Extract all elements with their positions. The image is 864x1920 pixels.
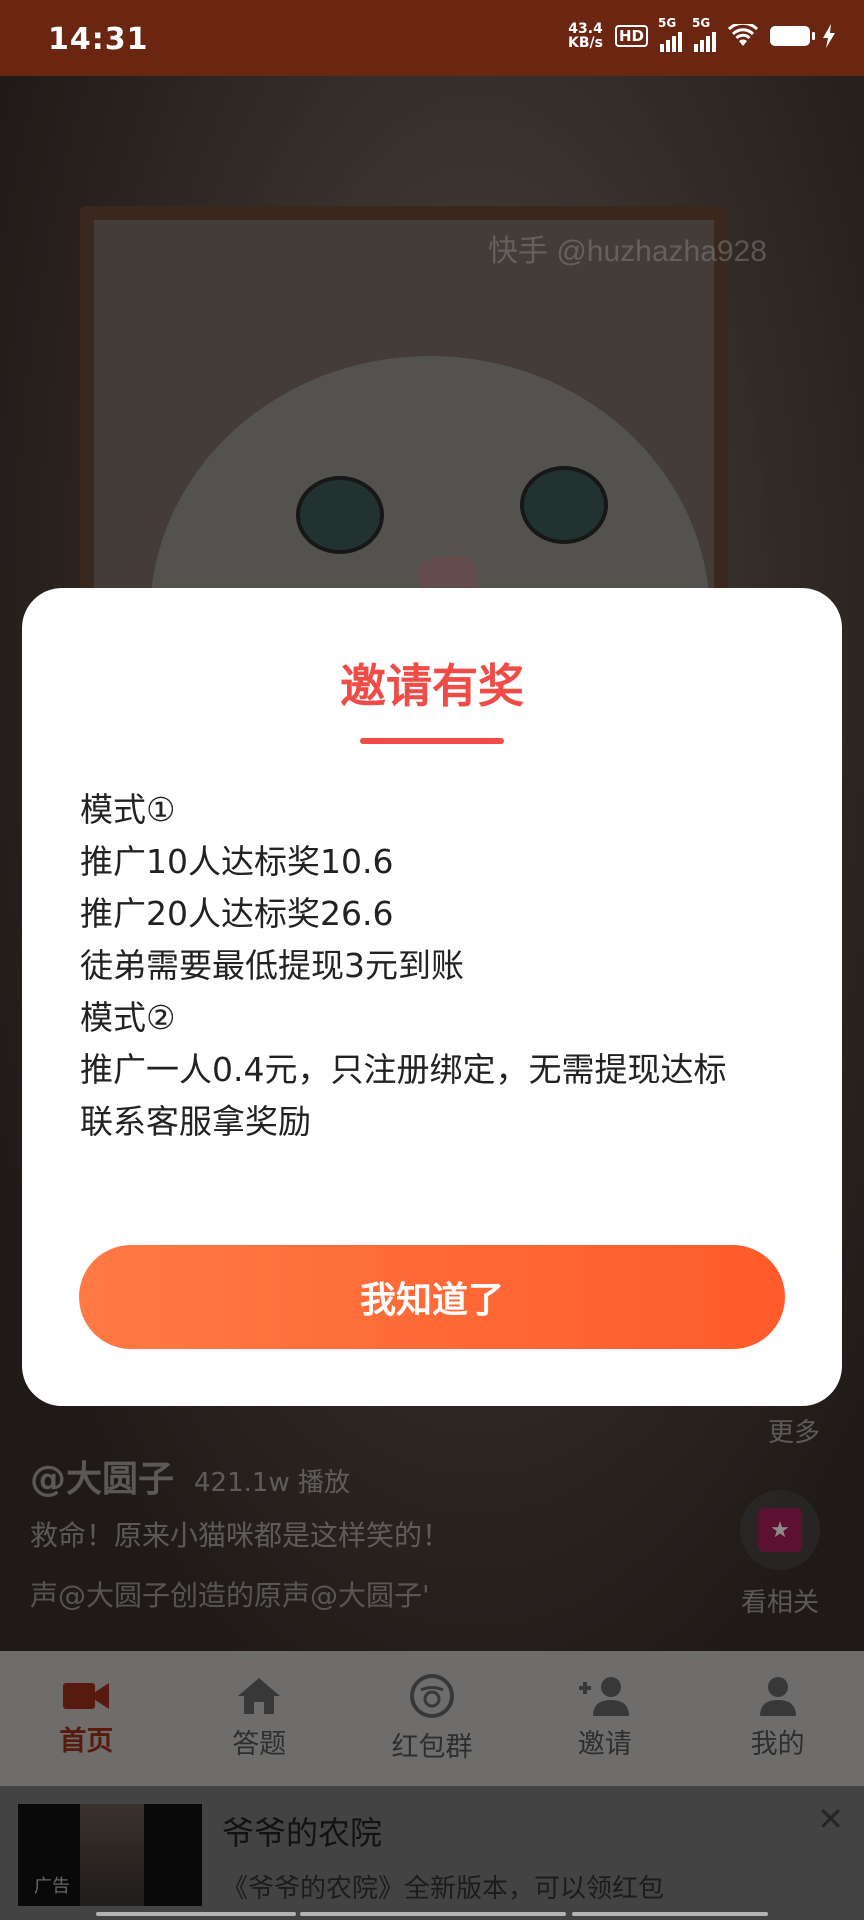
- rule-line: 联系客服拿奖励: [80, 1102, 311, 1141]
- wifi-icon: [728, 24, 758, 48]
- gesture-bar: [300, 1912, 566, 1916]
- rule-line: 徒弟需要最低提现3元到账: [80, 946, 464, 985]
- hd-icon: HD: [614, 25, 648, 47]
- rule-line: 推广10人达标奖10.6: [80, 842, 394, 881]
- dialog-title: 邀请有奖: [340, 659, 524, 713]
- rule-line: 模式②: [80, 998, 176, 1037]
- signal-icon: 5G: [658, 16, 682, 52]
- rule-line: 模式①: [80, 790, 176, 829]
- title-underline: [360, 738, 504, 744]
- rule-line: 推广20人达标奖26.6: [80, 894, 394, 933]
- status-bar: 14:31 43.4 KB/s HD 5G 5G: [0, 0, 864, 76]
- charging-icon: [822, 24, 836, 48]
- status-icons: 43.4 KB/s HD 5G 5G: [568, 16, 836, 52]
- battery-icon: [770, 26, 815, 46]
- got-it-button[interactable]: 我知道了: [79, 1245, 785, 1349]
- dialog-body: 模式① 推广10人达标奖10.6 推广20人达标奖26.6 徒弟需要最低提现3元…: [80, 784, 800, 1148]
- invite-reward-dialog: 邀请有奖 模式① 推广10人达标奖10.6 推广20人达标奖26.6 徒弟需要最…: [22, 588, 842, 1406]
- signal-icon-2: 5G: [692, 16, 716, 52]
- rule-line: 推广一人0.4元，只注册绑定，无需提现达标: [80, 1050, 727, 1089]
- gesture-bar: [96, 1912, 296, 1916]
- status-time: 14:31: [48, 22, 149, 57]
- net-speed: 43.4 KB/s: [568, 21, 603, 51]
- gesture-bar: [572, 1912, 768, 1916]
